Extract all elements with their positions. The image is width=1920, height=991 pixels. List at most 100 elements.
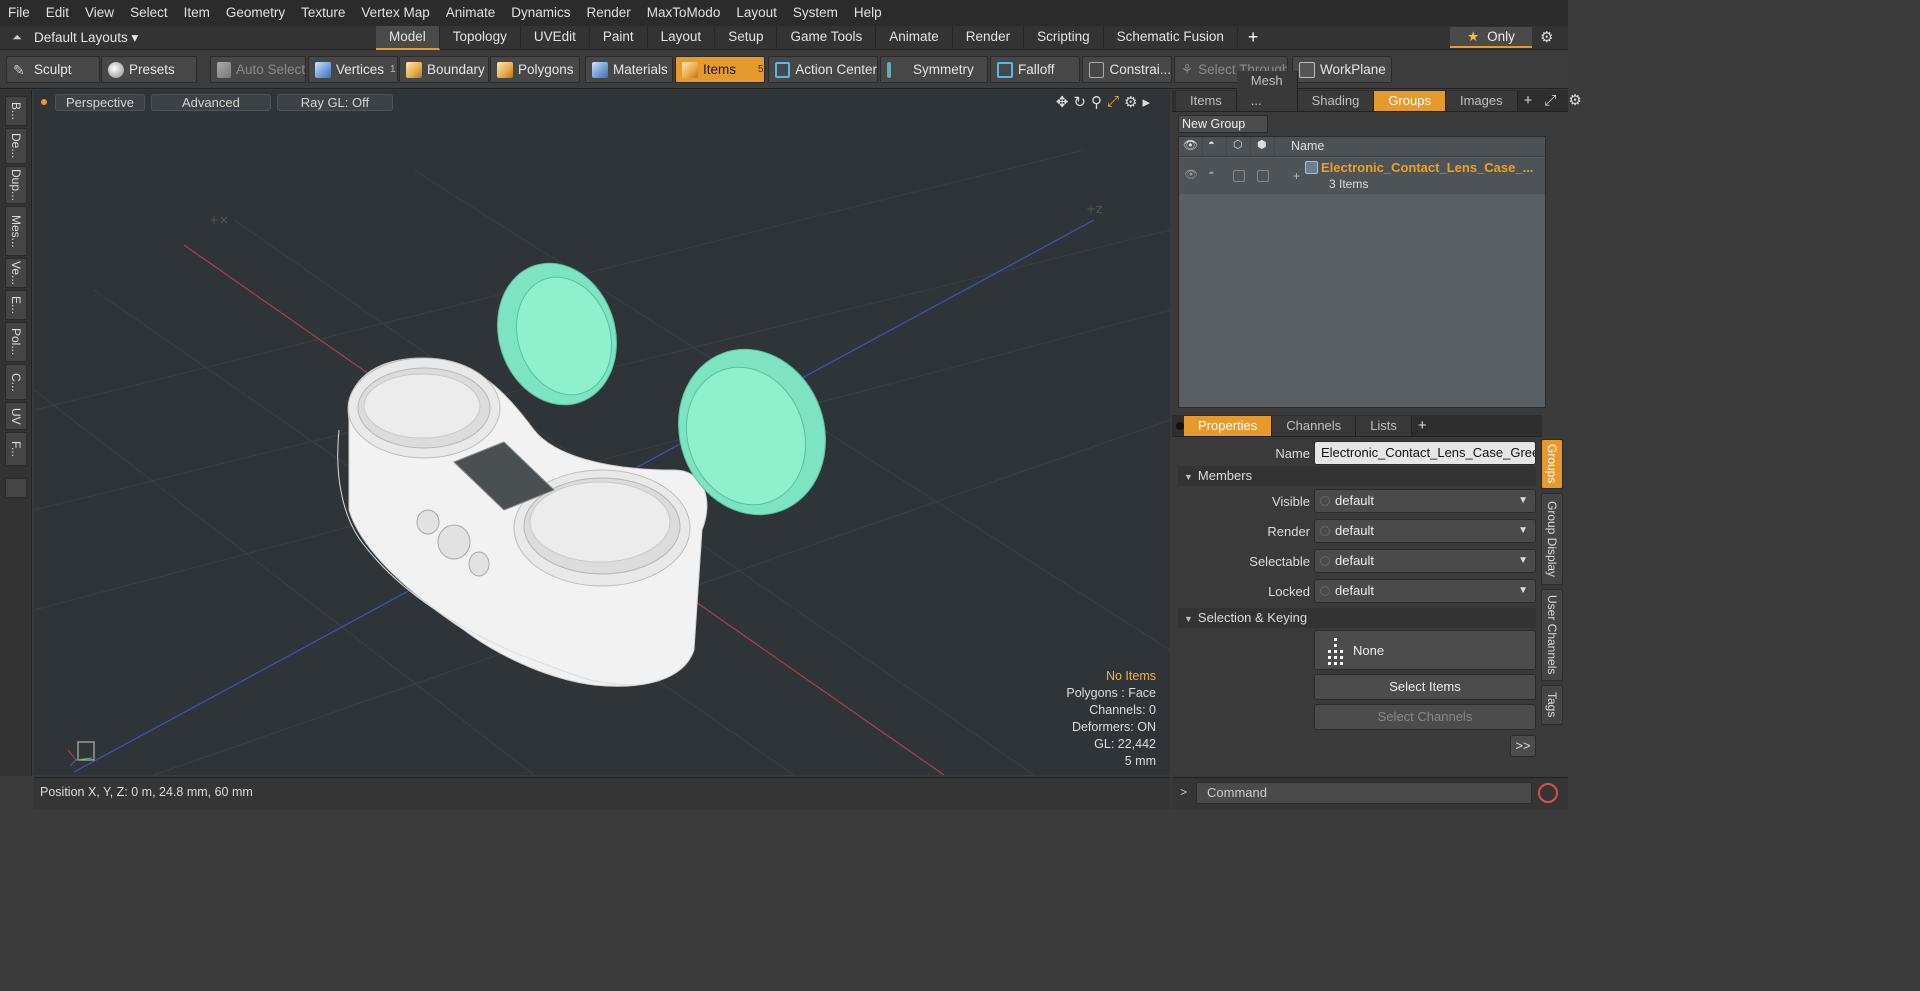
tab-schematic-fusion[interactable]: Schematic Fusion bbox=[1104, 26, 1238, 50]
record-macro-icon[interactable] bbox=[1538, 783, 1558, 803]
boundary-button[interactable]: Boundary bbox=[399, 56, 489, 83]
viewport-settings-gear-icon[interactable]: ⚙ bbox=[1124, 93, 1137, 111]
tab-paint[interactable]: Paint bbox=[590, 26, 648, 50]
menu-system[interactable]: System bbox=[785, 0, 846, 26]
group-name[interactable]: Electronic_Contact_Lens_Case_... bbox=[1321, 160, 1533, 175]
command-input[interactable]: Command bbox=[1196, 782, 1532, 804]
move-view-icon[interactable]: ✥ bbox=[1056, 93, 1069, 111]
tab-images[interactable]: Images bbox=[1445, 91, 1518, 111]
locked-dropdown[interactable]: default ▼ bbox=[1314, 579, 1536, 603]
add-props-tab-plus-icon[interactable]: + bbox=[1412, 416, 1433, 436]
tab-scripting[interactable]: Scripting bbox=[1024, 26, 1104, 50]
perspective-dropdown[interactable]: Perspective bbox=[55, 93, 145, 111]
tab-game-tools[interactable]: Game Tools bbox=[777, 26, 877, 50]
tab-topology[interactable]: Topology bbox=[440, 26, 521, 50]
presets-button[interactable]: Presets bbox=[101, 56, 197, 83]
name-field[interactable]: Electronic_Contact_Lens_Case_Green bbox=[1314, 441, 1536, 465]
left-tab-deform[interactable]: De... bbox=[5, 128, 27, 164]
menu-dynamics[interactable]: Dynamics bbox=[503, 0, 578, 26]
side-tab-groups[interactable]: Groups bbox=[1541, 439, 1563, 489]
eye-icon[interactable]: 👁 bbox=[1183, 138, 1198, 152]
panel-maximize-icon[interactable]: ⤢ bbox=[1538, 91, 1562, 111]
panel-gear-icon[interactable]: ⚙ bbox=[1562, 91, 1587, 111]
raygl-toggle[interactable]: Ray GL: Off bbox=[276, 93, 393, 111]
maximize-view-icon[interactable]: ⤢ bbox=[1107, 93, 1119, 111]
expand-plus-icon[interactable]: + bbox=[1293, 169, 1300, 183]
tab-animate[interactable]: Animate bbox=[876, 26, 953, 50]
workplane-button[interactable]: WorkPlane bbox=[1292, 56, 1392, 83]
left-tab-mesh-edit[interactable]: Mes... bbox=[5, 206, 27, 256]
menu-geometry[interactable]: Geometry bbox=[218, 0, 293, 26]
menu-render[interactable]: Render bbox=[579, 0, 639, 26]
tab-shading[interactable]: Shading bbox=[1297, 91, 1375, 111]
falloff-button[interactable]: Falloff bbox=[990, 56, 1080, 83]
action-center-button[interactable]: Action Center bbox=[768, 56, 878, 83]
auto-select-button[interactable]: Auto Select bbox=[210, 56, 306, 83]
row-render-icon[interactable]: ◓ bbox=[1208, 168, 1215, 180]
viewport-expand-arrow-icon[interactable]: ▸ bbox=[1142, 93, 1150, 111]
tab-items[interactable]: Items bbox=[1176, 91, 1237, 111]
left-tab-curve[interactable]: C... bbox=[5, 364, 27, 400]
more-button[interactable]: >> bbox=[1510, 735, 1536, 757]
tab-setup[interactable]: Setup bbox=[715, 26, 778, 50]
side-tab-tags[interactable]: Tags bbox=[1541, 685, 1563, 725]
layouts-dropdown[interactable]: Default Layouts ▾ bbox=[34, 30, 154, 46]
menu-edit[interactable]: Edit bbox=[38, 0, 77, 26]
none-selection-button[interactable]: None bbox=[1314, 630, 1536, 670]
tab-properties[interactable]: Properties bbox=[1184, 416, 1273, 436]
left-tab-uv[interactable]: UV bbox=[5, 402, 27, 430]
select-cube-icon[interactable]: ⬡ bbox=[1233, 138, 1243, 151]
menu-item[interactable]: Item bbox=[176, 0, 218, 26]
render-dropdown[interactable]: default ▼ bbox=[1314, 519, 1536, 543]
tab-groups[interactable]: Groups bbox=[1374, 91, 1446, 111]
3d-viewport[interactable]: +× +z Perspective Advanced Ray GL: Off ✥… bbox=[34, 90, 1170, 775]
left-tab-duplicate[interactable]: Dup... bbox=[5, 166, 27, 204]
tab-uvedit[interactable]: UVEdit bbox=[521, 26, 590, 50]
left-tab-polygon[interactable]: Pol... bbox=[5, 322, 27, 362]
left-tab-fusion[interactable]: F... bbox=[5, 432, 27, 466]
selection-keying-section-header[interactable]: ▼ Selection & Keying bbox=[1178, 608, 1536, 628]
scene-canvas[interactable]: +× +z bbox=[34, 90, 1170, 775]
render-icon[interactable]: ◓ bbox=[1208, 138, 1215, 150]
menu-layout[interactable]: Layout bbox=[728, 0, 785, 26]
collapse-arrow-icon[interactable]: ⏶ bbox=[0, 30, 34, 45]
row-select-checkbox[interactable] bbox=[1233, 170, 1245, 182]
panel-pin-icon-2[interactable] bbox=[1176, 421, 1184, 430]
menu-file[interactable]: File bbox=[0, 0, 38, 26]
tab-channels[interactable]: Channels bbox=[1272, 416, 1357, 436]
left-tab-vertex[interactable]: Ve... bbox=[5, 258, 27, 288]
rotate-view-icon[interactable]: ↻ bbox=[1073, 93, 1086, 111]
new-group-button[interactable]: New Group bbox=[1178, 115, 1268, 133]
lock-cube-icon[interactable]: ⬢ bbox=[1257, 138, 1267, 151]
menu-help[interactable]: Help bbox=[846, 0, 890, 26]
row-lock-checkbox[interactable] bbox=[1257, 170, 1269, 182]
left-tab-edge[interactable]: E... bbox=[5, 290, 27, 320]
tab-layout[interactable]: Layout bbox=[648, 26, 716, 50]
menu-select[interactable]: Select bbox=[122, 0, 176, 26]
visible-dropdown[interactable]: default ▼ bbox=[1314, 489, 1536, 513]
shading-advanced-dropdown[interactable]: Advanced bbox=[150, 93, 271, 111]
group-row[interactable]: 👁 ◓ + Electronic_Contact_Lens_Case_... 3… bbox=[1179, 158, 1545, 194]
menu-animate[interactable]: Animate bbox=[438, 0, 504, 26]
materials-button[interactable]: Materials bbox=[585, 56, 673, 83]
vertices-button[interactable]: Vertices 1 bbox=[308, 56, 398, 83]
tab-mesh[interactable]: Mesh ... bbox=[1236, 71, 1298, 111]
side-tab-group-display[interactable]: Group Display bbox=[1541, 493, 1563, 585]
lens-case-body[interactable] bbox=[337, 357, 708, 687]
zoom-view-icon[interactable]: ⚲ bbox=[1091, 93, 1102, 111]
select-items-button[interactable]: Select Items bbox=[1314, 674, 1536, 700]
add-panel-tab-plus-icon[interactable]: + bbox=[1518, 91, 1539, 111]
members-section-header[interactable]: ▼ Members bbox=[1178, 466, 1536, 486]
sculpt-button[interactable]: ✎ Sculpt bbox=[6, 56, 100, 83]
menu-maxtomodo[interactable]: MaxToModo bbox=[639, 0, 729, 26]
tab-render[interactable]: Render bbox=[953, 26, 1025, 50]
menu-texture[interactable]: Texture bbox=[293, 0, 353, 26]
menu-vertex-map[interactable]: Vertex Map bbox=[353, 0, 437, 26]
items-button[interactable]: Items 5 bbox=[675, 56, 765, 83]
add-tab-plus-icon[interactable]: + bbox=[1238, 26, 1269, 50]
constraints-button[interactable]: Constrai... bbox=[1082, 56, 1172, 83]
tab-lists[interactable]: Lists bbox=[1356, 416, 1412, 436]
selectable-dropdown[interactable]: default ▼ bbox=[1314, 549, 1536, 573]
polygons-button[interactable]: Polygons bbox=[490, 56, 580, 83]
side-tab-user-channels[interactable]: User Channels bbox=[1541, 589, 1563, 681]
